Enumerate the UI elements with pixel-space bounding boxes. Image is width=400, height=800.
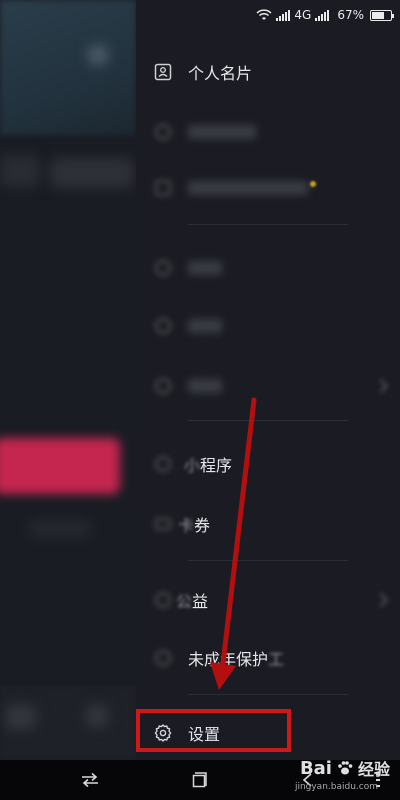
menu-item-label: 券 <box>194 516 211 535</box>
paw-icon <box>338 761 353 775</box>
signal-icon <box>315 9 330 21</box>
divider <box>188 694 348 695</box>
background-page <box>0 0 136 760</box>
network-type: 4G <box>294 8 312 22</box>
background-blur-shape <box>88 45 108 65</box>
menu-item-card[interactable]: 个人名片 <box>136 52 400 92</box>
background-blur-shape <box>0 155 40 187</box>
menu-item-coupon[interactable]: 卡券 <box>136 504 400 544</box>
divider <box>188 224 348 225</box>
watermark-brand: Bai <box>299 757 332 779</box>
menu-item-blurred[interactable] <box>136 112 400 152</box>
menu-item-blurred[interactable] <box>136 306 400 346</box>
background-blur-shape <box>6 705 36 729</box>
watermark-url: jingyan.baidu.com <box>294 782 378 792</box>
menu-item-label: 未成年保护 <box>188 650 269 669</box>
blurred-label <box>188 379 222 393</box>
menu-item-charity[interactable]: 公益 <box>136 580 400 620</box>
blurred-icon <box>153 122 173 142</box>
notification-dot <box>310 181 316 187</box>
blurred-label <box>188 261 222 275</box>
settings-highlight-box <box>136 709 291 752</box>
menu-item-label: 个人名片 <box>188 64 253 83</box>
wifi-icon <box>256 9 272 20</box>
menu-item-mini-program[interactable]: 小程序 <box>136 444 400 484</box>
menu-item-label: 程序 <box>200 456 233 475</box>
divider <box>188 420 348 421</box>
menu-item-blurred[interactable] <box>136 168 400 208</box>
blurred-label <box>188 181 308 195</box>
background-blur-shape <box>86 705 108 727</box>
blurred-icon <box>153 178 173 198</box>
blurred-icon <box>153 316 173 336</box>
blurred-label <box>188 125 256 139</box>
battery-percent: 67% <box>337 8 364 22</box>
minor-protection-icon <box>153 648 173 668</box>
menu-item-label-suffix: 工 <box>268 650 285 669</box>
coupon-icon <box>153 514 173 534</box>
menu-item-label-prefix: 卡 <box>178 516 195 535</box>
menu-item-label-prefix: 小 <box>184 456 201 475</box>
side-drawer: 个人名片 小程序 卡券 公益 未成年保护工 设置 <box>136 0 400 760</box>
background-pink-button <box>0 438 120 494</box>
menu-item-blurred[interactable] <box>136 248 400 288</box>
background-blur-shape <box>30 520 90 538</box>
mini-program-icon <box>153 454 173 474</box>
background-blur-shape <box>50 158 134 188</box>
recent-apps-icon[interactable] <box>188 768 212 792</box>
watermark-brand-cn: 经验 <box>357 760 390 779</box>
status-bar: 4G 67% <box>136 0 400 30</box>
id-card-icon <box>153 62 173 82</box>
signal-icon <box>276 9 291 21</box>
charity-icon <box>153 590 173 610</box>
baidu-jingyan-watermark: Bai 经验 jingyan.baidu.com <box>295 756 390 793</box>
battery-icon <box>370 9 394 21</box>
blurred-label <box>188 319 222 333</box>
chevron-right-icon <box>373 378 389 394</box>
menu-item-label-prefix: 公 <box>176 592 193 611</box>
menu-item-minor-protection[interactable]: 未成年保护工 <box>136 638 400 678</box>
menu-item-blurred[interactable] <box>136 366 400 406</box>
background-banner <box>0 0 136 135</box>
blurred-icon <box>153 258 173 278</box>
divider <box>188 560 348 561</box>
switch-icon[interactable] <box>78 768 102 792</box>
menu-item-label: 益 <box>192 592 209 611</box>
chevron-right-icon <box>373 592 389 608</box>
blurred-icon <box>153 376 173 396</box>
